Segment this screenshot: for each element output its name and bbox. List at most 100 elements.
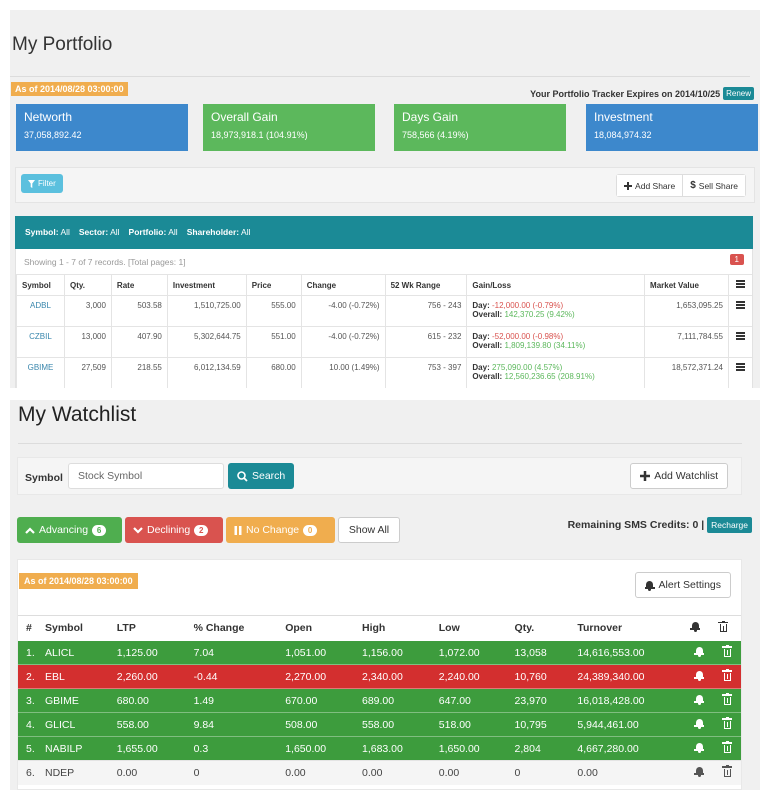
- watchlist-table: # Symbol LTP % Change Open High Low Qty.…: [18, 615, 741, 785]
- watchlist-panel: As of 2014/08/28 03:00:00 Alert Settings…: [17, 559, 742, 790]
- delete-button[interactable]: [713, 688, 741, 713]
- symbol-cell[interactable]: EBL: [39, 664, 112, 689]
- watchlist-search-bar: Symbol Search Add Watchlist: [17, 457, 742, 495]
- pct-change-cell: 0: [188, 760, 281, 785]
- col-symbol[interactable]: Symbol: [16, 274, 65, 296]
- col-low[interactable]: Low: [433, 615, 510, 641]
- day-value: -52,000.00 (-0.98%): [491, 332, 564, 341]
- watchlist-row[interactable]: 3. GBIME 680.00 1.49 670.00 689.00 647.0…: [18, 688, 741, 713]
- set-alert-button[interactable]: [685, 712, 713, 737]
- bell-icon: [694, 694, 705, 705]
- filter-key: Portfolio:: [128, 227, 167, 237]
- declining-label: Declining: [147, 524, 191, 536]
- chevron-up-icon: [25, 526, 35, 534]
- no-change-filter-button[interactable]: No Change 0: [226, 517, 335, 543]
- overall-label: Overall:: [472, 341, 503, 350]
- renew-button[interactable]: Renew: [723, 87, 754, 100]
- filter-value: All: [60, 227, 70, 237]
- overall-value: 1,809,139.80 (34.11%): [504, 341, 586, 350]
- pct-change-cell: 7.04: [188, 640, 281, 665]
- watchlist-row[interactable]: 1. ALICL 1,125.00 7.04 1,051.00 1,156.00…: [18, 640, 741, 665]
- watchlist-row[interactable]: 2. EBL 2,260.00 -0.44 2,270.00 2,340.00 …: [18, 664, 741, 689]
- col-gain-loss[interactable]: Gain/Loss: [466, 274, 646, 296]
- low-cell: 0.00: [433, 760, 510, 785]
- turnover-cell: 0.00: [572, 760, 686, 785]
- symbol-cell[interactable]: ALICL: [39, 640, 112, 665]
- watchlist-row[interactable]: 5. NABILP 1,655.00 0.3 1,650.00 1,683.00…: [18, 736, 741, 761]
- col-qty[interactable]: Qty.: [63, 274, 112, 296]
- col-market-value[interactable]: Market Value: [644, 274, 729, 296]
- col-ltp[interactable]: LTP: [111, 615, 189, 641]
- open-cell: 0.00: [280, 760, 357, 785]
- recharge-button[interactable]: Recharge: [707, 517, 752, 533]
- page-badge[interactable]: 1: [729, 254, 744, 265]
- set-alert-button[interactable]: [685, 760, 713, 785]
- add-watchlist-button[interactable]: Add Watchlist: [630, 463, 728, 489]
- set-alert-button[interactable]: [685, 736, 713, 761]
- range-cell: 756 - 243: [384, 295, 468, 327]
- ltp-cell: 1,125.00: [111, 640, 189, 665]
- col-pct-change[interactable]: % Change: [188, 615, 281, 641]
- symbol-link[interactable]: GBIME: [16, 357, 65, 388]
- symbol-cell[interactable]: GBIME: [39, 688, 112, 713]
- col-qty[interactable]: Qty.: [509, 615, 573, 641]
- delete-button[interactable]: [713, 760, 741, 785]
- symbol-link[interactable]: ADBL: [16, 295, 65, 327]
- delete-button[interactable]: [713, 712, 741, 737]
- add-share-button[interactable]: Add Share: [617, 175, 683, 196]
- plus-icon: [624, 181, 633, 190]
- col-52wk-range[interactable]: 52 Wk Range: [384, 274, 468, 296]
- col-symbol[interactable]: Symbol: [39, 615, 112, 641]
- show-all-button[interactable]: Show All: [338, 517, 400, 543]
- set-alert-button[interactable]: [685, 640, 713, 665]
- set-alert-button[interactable]: [685, 688, 713, 713]
- delete-button[interactable]: [713, 736, 741, 761]
- row-menu-button[interactable]: [727, 357, 752, 388]
- range-cell: 615 - 232: [384, 326, 468, 358]
- symbol-cell[interactable]: GLICL: [39, 712, 112, 737]
- symbol-cell[interactable]: NDEP: [39, 760, 112, 785]
- sell-share-button[interactable]: $ Sell Share: [682, 175, 745, 196]
- col-price[interactable]: Price: [245, 274, 302, 296]
- col-alert: [685, 615, 713, 641]
- qty-cell: 3,000: [63, 295, 112, 327]
- delete-button[interactable]: [713, 640, 741, 665]
- day-gain: Day: -52,000.00 (-0.98%): [472, 332, 639, 341]
- bell-icon: [694, 766, 705, 777]
- stat-networth: Networth 37,058,892.42: [16, 104, 188, 151]
- filter-button[interactable]: Filter: [21, 174, 63, 193]
- symbol-cell[interactable]: NABILP: [39, 736, 112, 761]
- symbol-link[interactable]: CZBIL: [16, 326, 65, 358]
- turnover-cell: 5,944,461.00: [572, 712, 686, 737]
- list-icon: [736, 332, 746, 340]
- search-button[interactable]: Search: [228, 463, 295, 489]
- filter-label: Filter: [38, 179, 56, 188]
- pause-icon: [234, 525, 242, 535]
- col-high[interactable]: High: [356, 615, 434, 641]
- market-value-cell: 18,572,371.24: [644, 357, 729, 388]
- symbol-search-input[interactable]: [68, 463, 224, 489]
- col-change[interactable]: Change: [300, 274, 386, 296]
- low-cell: 1,650.00: [433, 736, 510, 761]
- portfolio-table-panel: Showing 1 - 7 of 7 records. [Total pages…: [15, 249, 753, 388]
- col-rate[interactable]: Rate: [110, 274, 168, 296]
- row-index: 1.: [18, 640, 40, 665]
- col-actions[interactable]: [727, 274, 752, 296]
- delete-button[interactable]: [713, 664, 741, 689]
- col-investment[interactable]: Investment: [166, 274, 247, 296]
- advancing-filter-button[interactable]: Advancing 6: [17, 517, 122, 543]
- set-alert-button[interactable]: [685, 664, 713, 689]
- watchlist-row[interactable]: 4. GLICL 558.00 9.84 508.00 558.00 518.0…: [18, 712, 741, 737]
- col-open[interactable]: Open: [280, 615, 357, 641]
- row-menu-button[interactable]: [727, 295, 752, 327]
- row-menu-button[interactable]: [727, 326, 752, 358]
- alert-settings-button[interactable]: Alert Settings: [634, 572, 731, 598]
- portfolio-table: Symbol Qty. Rate Investment Price Change…: [16, 274, 752, 388]
- high-cell: 1,156.00: [356, 640, 434, 665]
- col-turnover[interactable]: Turnover: [572, 615, 686, 641]
- sms-credits-text: Remaining SMS Credits: 0 |: [567, 519, 705, 531]
- watchlist-row[interactable]: 6. NDEP 0.00 0 0.00 0.00 0.00 0 0.00: [18, 760, 741, 785]
- declining-filter-button[interactable]: Declining 2: [125, 517, 223, 543]
- day-label: Day:: [472, 363, 490, 372]
- divider: [10, 76, 750, 77]
